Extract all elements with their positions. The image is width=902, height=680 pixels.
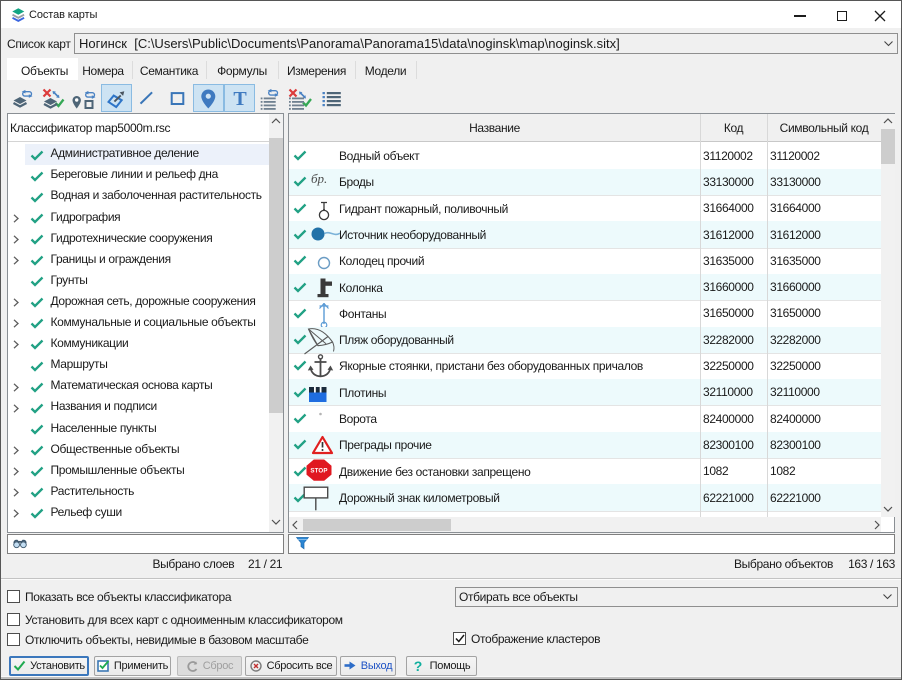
svg-text:бр.: бр.	[311, 171, 327, 186]
svg-text:T: T	[233, 88, 247, 110]
svg-text:STOP: STOP	[310, 468, 327, 475]
svg-text:?: ?	[413, 658, 422, 674]
